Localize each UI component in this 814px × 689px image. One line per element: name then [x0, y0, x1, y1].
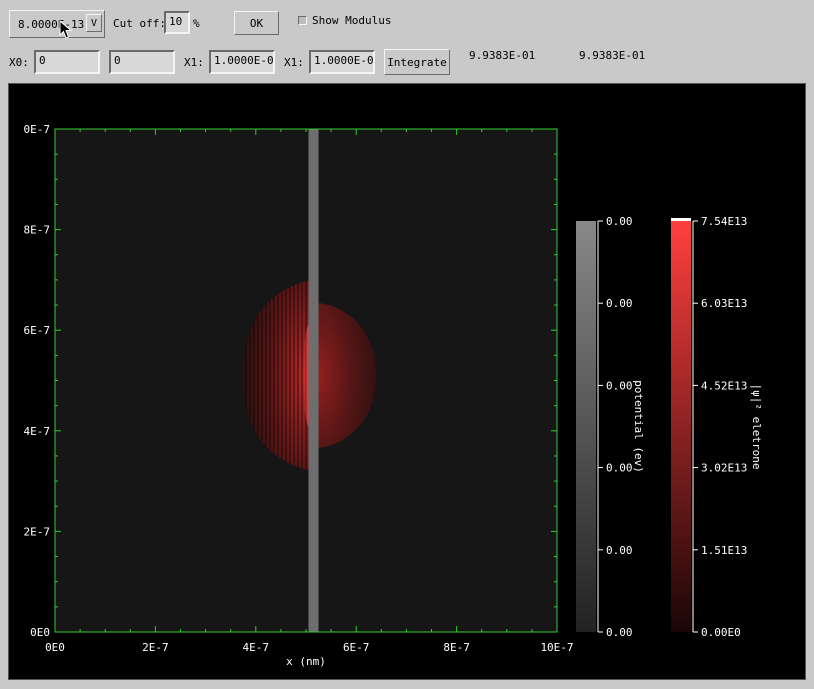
y-tick-label: 8E-7 — [24, 224, 51, 237]
x-tick-label: 10E-7 — [540, 641, 573, 654]
x0-input-a[interactable]: 0 — [34, 50, 100, 74]
x1-input-a[interactable]: 1.0000E-0 — [209, 50, 275, 74]
show-modulus-checkbox[interactable] — [298, 16, 307, 25]
colorbar-label: potential (ev) — [632, 380, 645, 473]
colorbar-tick-label: 1.51E13 — [701, 544, 747, 557]
y-tick-label: 2E-7 — [24, 525, 51, 538]
colorbar-tick-label: 7.54E13 — [701, 215, 747, 228]
x1-input-b[interactable]: 1.0000E-0 — [309, 50, 375, 74]
colorbar-tick-label: 0.00 — [606, 215, 633, 228]
colorbar-0 — [576, 221, 596, 632]
integral-result-a: 9.9383E-01 — [469, 49, 536, 62]
heatmap-plot: 0E0 2E-7 4E-7 6E-7 8E-7 10E-7 0E0 2E-7 4E-7 6E-7 8… — [24, 123, 764, 668]
y-tick-label: 0E0 — [30, 626, 50, 639]
colorbar-tick-label: 0.00 — [606, 626, 633, 639]
x-axis-label: x (nm) — [286, 655, 326, 668]
colorbar-tick-label: 0.00 — [606, 462, 633, 475]
colorbar-max-marker — [671, 218, 691, 221]
x1-label-b: X1: — [284, 56, 304, 69]
colorbar-tick-label: 4.52E13 — [701, 379, 747, 392]
colorbar-tick-label: 6.03E13 — [701, 297, 747, 310]
colorbar-label: |ψ|² eletrone — [750, 383, 763, 469]
y-tick-label: 6E-7 — [24, 324, 51, 337]
integrate-button[interactable]: Integrate — [384, 49, 450, 75]
value-combo[interactable]: 8.0000E-13 V — [9, 10, 105, 38]
y-tick-label: 4E-7 — [24, 425, 51, 438]
colorbar-tick-label: 0.00 — [606, 297, 633, 310]
x-tick-label: 8E-7 — [443, 641, 470, 654]
integral-result-b: 9.9383E-01 — [579, 49, 646, 62]
cutoff-label: Cut off: — [113, 17, 166, 30]
potential-barrier — [308, 129, 319, 632]
mouse-cursor-icon — [59, 20, 73, 39]
x1-label-a: X1: — [184, 56, 204, 69]
cutoff-input[interactable]: 10 — [164, 11, 190, 34]
x0-input-b[interactable]: 0 — [109, 50, 175, 74]
cutoff-unit: % — [193, 17, 200, 30]
y-tick-label: 0E-7 — [24, 123, 51, 136]
colorbar-tick-label: 0.00E0 — [701, 626, 741, 639]
colorbar-tick-label: 0.00 — [606, 379, 633, 392]
ok-button[interactable]: OK — [234, 11, 279, 35]
value-combo-text: 8.0000E-13 — [18, 17, 85, 31]
plot-canvas[interactable]: 0E0 2E-7 4E-7 6E-7 8E-7 10E-7 0E0 2E-7 4E-7 6E-7 8… — [8, 83, 806, 680]
x-tick-label: 4E-7 — [243, 641, 270, 654]
x-tick-label: 0E0 — [45, 641, 65, 654]
x0-label: X0: — [9, 56, 29, 69]
x-tick-label: 6E-7 — [343, 641, 370, 654]
chevron-down-icon[interactable]: V — [86, 14, 102, 32]
colorbar-tick-label: 3.02E13 — [701, 462, 747, 475]
show-modulus-label: Show Modulus — [312, 14, 392, 27]
colorbar-tick-label: 0.00 — [606, 544, 633, 557]
x-tick-label: 2E-7 — [142, 641, 169, 654]
colorbar-1 — [671, 221, 691, 632]
